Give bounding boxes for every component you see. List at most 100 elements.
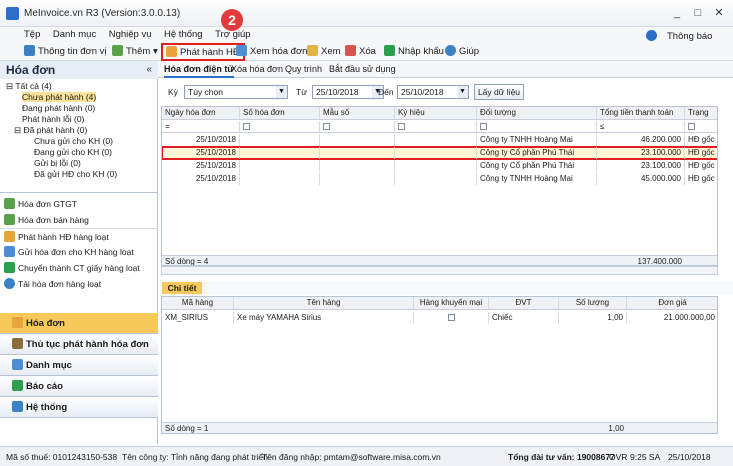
invoice-icon bbox=[12, 317, 23, 328]
col-header-number[interactable]: Số hóa đơn bbox=[240, 107, 320, 119]
title-bar: MeInvoice.vn R3 (Version:3.0.0.13) _ □ ✕ bbox=[0, 0, 733, 27]
period-select[interactable]: Tùy chọn ▼ bbox=[184, 85, 288, 99]
nav-catalog[interactable]: Danh mục bbox=[0, 355, 158, 376]
menu-catalog[interactable]: Danh mục bbox=[53, 27, 96, 43]
issue-invoice-button[interactable]: Phát hành HĐ bbox=[161, 43, 245, 61]
content-tabs: Hóa đơn điện tử Xóa hóa đơn Quy trình Bắ… bbox=[158, 61, 733, 78]
status-date: 25/10/2018 bbox=[668, 452, 711, 462]
col-header-code[interactable]: Mã hàng bbox=[162, 297, 234, 309]
close-button[interactable]: ✕ bbox=[711, 6, 727, 20]
filter-cell[interactable] bbox=[240, 121, 320, 132]
from-date-input[interactable]: 25/10/2018 ▼ bbox=[312, 85, 384, 99]
nav-system[interactable]: Hệ thống bbox=[0, 397, 158, 418]
status-ovr: OVR bbox=[609, 452, 628, 462]
table-row[interactable]: 25/10/2018 Công ty Cổ phần Phú Thái 23.1… bbox=[162, 160, 717, 172]
tree-item-not-sent[interactable]: Chưa gửi cho KH (0) bbox=[4, 136, 154, 147]
globe-icon bbox=[646, 30, 657, 41]
step-marker-2: 2 bbox=[221, 9, 243, 31]
table-row-selected[interactable]: 25/10/2018 Công ty Cổ phần Phú Thái 23.1… bbox=[162, 146, 717, 160]
tree-item-all[interactable]: ⊟ Tất cả (4) bbox=[4, 81, 154, 92]
tree-item-sent[interactable]: Đã gửi HĐ cho KH (0) bbox=[4, 169, 154, 180]
tab-e-invoice[interactable]: Hóa đơn điện tử bbox=[164, 63, 234, 78]
to-date-input[interactable]: 25/10/2018 ▼ bbox=[397, 85, 469, 99]
col-header-status[interactable]: Trạng bbox=[685, 107, 717, 119]
filter-cell[interactable] bbox=[395, 121, 477, 132]
toolbar: Thông tin đơn vị Thêm ▾ Phát hành HĐ Xem… bbox=[0, 43, 733, 61]
col-header-price[interactable]: Đơn giá bbox=[627, 297, 717, 309]
horizontal-scrollbar[interactable] bbox=[161, 266, 718, 275]
tree-item-sending[interactable]: Đang gửi cho KH (0) bbox=[4, 147, 154, 158]
tree-item-issued[interactable]: ⊟ Đã phát hành (0) bbox=[4, 125, 154, 136]
tab-delete-invoice[interactable]: Xóa hóa đơn bbox=[231, 63, 283, 78]
tab-workflow[interactable]: Quy trình bbox=[285, 63, 322, 78]
fetch-data-button[interactable]: Lấy dữ liệu bbox=[474, 84, 524, 100]
nav-invoice[interactable]: Hóa đơn bbox=[0, 313, 158, 334]
filter-icon bbox=[243, 123, 250, 131]
filter-cell[interactable]: = bbox=[162, 121, 240, 132]
quick-links: Hóa đơn GTGT Hóa đơn bán hàng Phát hành … bbox=[0, 196, 158, 292]
from-label: Từ bbox=[296, 87, 307, 97]
delete-button[interactable]: Xóa bbox=[345, 44, 376, 60]
menu-file[interactable]: Tệp bbox=[24, 27, 40, 43]
status-company: Tên công ty: Tỉnh năng đang phát triển bbox=[122, 452, 268, 462]
view-button[interactable]: Xem bbox=[307, 44, 341, 60]
help-button[interactable]: Giúp bbox=[445, 44, 479, 60]
filter-cell[interactable] bbox=[320, 121, 395, 132]
add-button[interactable]: Thêm ▾ bbox=[112, 44, 158, 60]
grid-header: Ngày hóa đơn Số hóa đơn Mẫu số Ký hiệu Đ… bbox=[162, 107, 717, 120]
filter-cell[interactable]: ≤ bbox=[597, 121, 685, 132]
issue-icon bbox=[4, 231, 15, 242]
download-icon bbox=[4, 278, 15, 289]
import-button[interactable]: Nhập khẩu bbox=[384, 44, 444, 60]
excel-icon bbox=[384, 45, 395, 56]
view-invoice-button[interactable]: Xem hóa đơn bbox=[236, 44, 307, 60]
tree-item-issuing[interactable]: Đang phát hành (0) bbox=[4, 103, 154, 114]
menu-system[interactable]: Hệ thống bbox=[164, 27, 203, 43]
tab-getting-started[interactable]: Bắt đầu sử dụng bbox=[329, 63, 396, 78]
col-header-customer[interactable]: Đối tượng bbox=[477, 107, 597, 119]
tree-item-send-error[interactable]: Gửi bị lỗi (0) bbox=[4, 158, 154, 169]
col-header-name[interactable]: Tên hàng bbox=[234, 297, 414, 309]
filter-cell[interactable] bbox=[477, 121, 597, 132]
link-batch-send[interactable]: Gửi hóa đơn cho KH hàng loạt bbox=[0, 244, 158, 260]
chevron-down-icon: ▾ bbox=[152, 46, 158, 57]
col-header-qty[interactable]: Số lượng bbox=[559, 297, 627, 309]
col-header-date[interactable]: Ngày hóa đơn bbox=[162, 107, 240, 119]
table-row[interactable]: 25/10/2018 Công ty TNHH Hoàng Mai 46.200… bbox=[162, 134, 717, 146]
collapse-button[interactable]: « bbox=[146, 61, 152, 79]
filter-icon bbox=[323, 123, 330, 131]
promo-checkbox[interactable] bbox=[447, 314, 455, 322]
col-header-form[interactable]: Mẫu số bbox=[320, 107, 395, 119]
company-info-button[interactable]: Thông tin đơn vị bbox=[24, 44, 107, 60]
nav-report[interactable]: Báo cáo bbox=[0, 376, 158, 397]
tree-item-issue-error[interactable]: Phát hành lỗi (0) bbox=[4, 114, 154, 125]
col-header-promo[interactable]: Hàng khuyến mại bbox=[414, 297, 489, 309]
convert-icon bbox=[4, 262, 15, 273]
app-icon bbox=[6, 7, 19, 20]
link-sales-invoice[interactable]: Hóa đơn bán hàng bbox=[0, 212, 158, 228]
detail-row[interactable]: XM_SIRIUS Xe máy YAMAHA Sirius Chiếc 1,0… bbox=[162, 312, 717, 324]
tree-item-not-issued[interactable]: Chưa phát hành (4) bbox=[4, 92, 154, 103]
tab-detail[interactable]: Chi tiết bbox=[162, 282, 202, 294]
maximize-button[interactable]: □ bbox=[690, 6, 706, 20]
row-count: Số dòng = 4 bbox=[165, 257, 209, 266]
detail-qty-total: 1,00 bbox=[608, 424, 624, 433]
report-icon bbox=[12, 380, 23, 391]
to-label: Đến bbox=[378, 87, 394, 97]
menu-bar: Tệp Danh mục Nghiệp vụ Hệ thống Trợ giúp… bbox=[0, 27, 733, 61]
link-batch-convert[interactable]: Chuyển thành CT giấy hàng loạt bbox=[0, 260, 158, 276]
menu-operations[interactable]: Nghiệp vụ bbox=[109, 27, 152, 43]
detail-tabs bbox=[160, 282, 733, 294]
link-batch-download[interactable]: Tải hóa đơn hàng loạt bbox=[0, 276, 158, 292]
nav-issue-procedure[interactable]: Thủ tục phát hành hóa đơn bbox=[0, 334, 158, 355]
col-header-total[interactable]: Tổng tiền thanh toán bbox=[597, 107, 685, 119]
pane-title: Hóa đơn « bbox=[0, 61, 158, 79]
filter-cell[interactable] bbox=[685, 121, 717, 132]
col-header-unit[interactable]: ĐVT bbox=[489, 297, 559, 309]
link-batch-issue[interactable]: Phát hành HĐ hàng loạt bbox=[0, 228, 158, 244]
minimize-button[interactable]: _ bbox=[669, 6, 685, 20]
grid-footer: Số dòng = 4 137.400.000 bbox=[162, 255, 717, 266]
link-vat-invoice[interactable]: Hóa đơn GTGT bbox=[0, 196, 158, 212]
table-row[interactable]: 25/10/2018 Công ty TNHH Hoàng Mai 45.000… bbox=[162, 173, 717, 185]
col-header-series[interactable]: Ký hiệu bbox=[395, 107, 477, 119]
